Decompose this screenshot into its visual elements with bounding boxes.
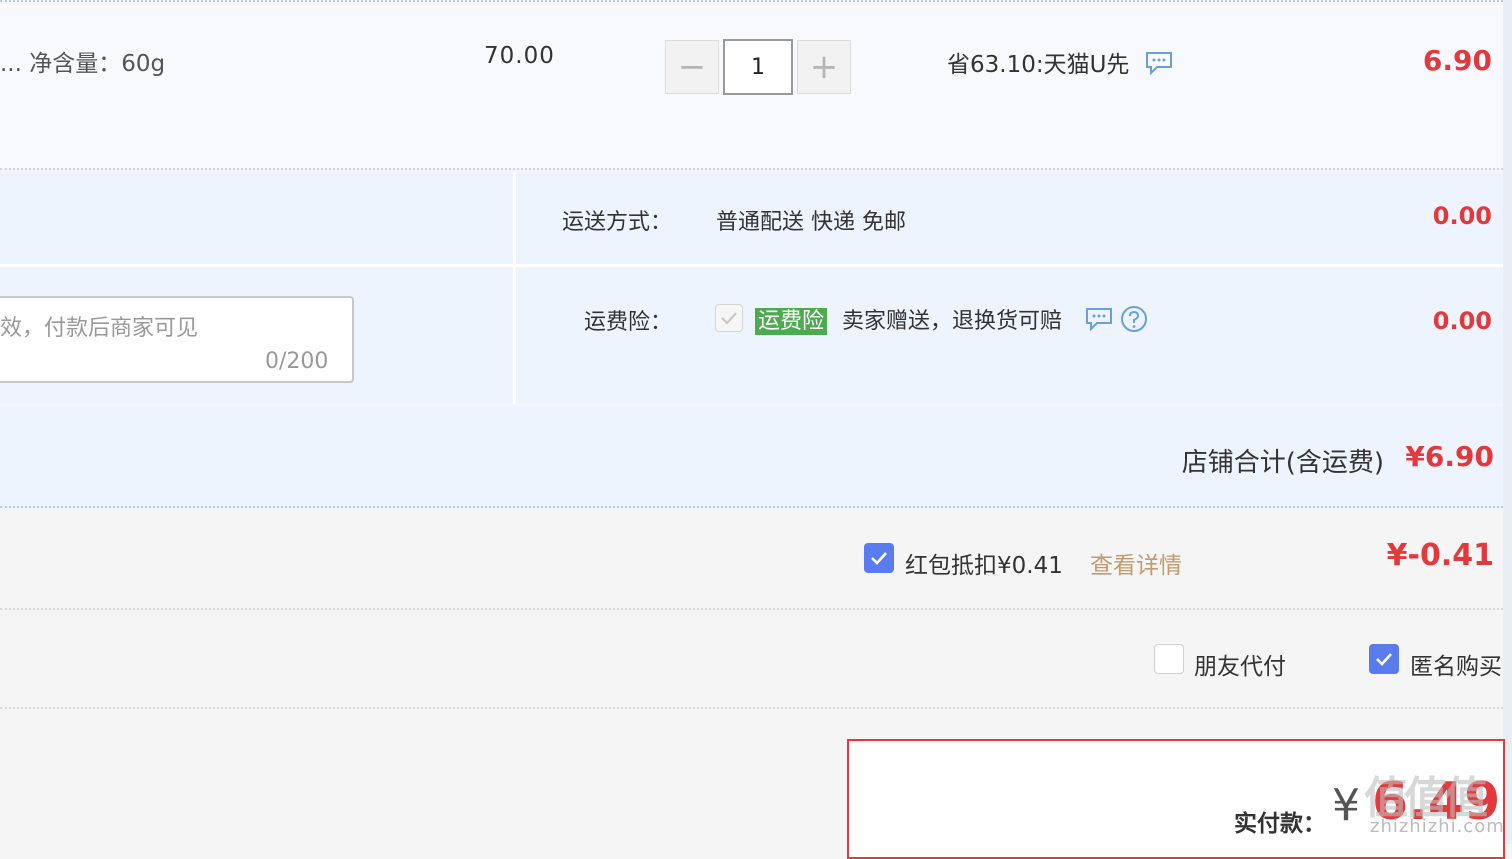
red-packet-amount: ¥-0.41 <box>1386 538 1494 573</box>
item-unit-price: 70.00 <box>484 43 555 69</box>
shipping-method-value[interactable]: 普通配送 快递 免邮 <box>716 204 906 236</box>
memo-placeholder: 效，付款后商家可见 <box>0 316 199 341</box>
message-icon[interactable] <box>1145 51 1173 81</box>
decrement-button[interactable]: − <box>665 40 719 94</box>
view-details-link[interactable]: 查看详情 <box>1090 546 1182 580</box>
red-packet-label: 红包抵扣¥0.41 <box>905 553 1063 579</box>
insurance-desc: 卖家赠送，退换货可赔 <box>842 309 1063 334</box>
red-packet-checkbox[interactable] <box>864 543 894 573</box>
anonymous-checkbox[interactable] <box>1369 644 1399 674</box>
row-divider <box>0 264 1503 267</box>
watermark-domain: zhizhizhi.com <box>1370 816 1505 837</box>
increment-button[interactable]: + <box>797 40 851 94</box>
insurance-label: 运费险： <box>583 310 672 335</box>
item-subtotal: 6.90 <box>1422 44 1492 77</box>
separator <box>0 707 1503 709</box>
shop-total-amount: ¥6.90 <box>1405 440 1494 473</box>
promo-text: 省63.10:天猫U先 <box>947 52 1130 78</box>
anonymous-label: 匿名购买 <box>1410 654 1502 680</box>
payment-currency: ¥ <box>1332 780 1360 831</box>
insurance-checkbox <box>715 304 743 332</box>
payment-label: 实付款： <box>1234 811 1326 837</box>
friend-pay-label: 朋友代付 <box>1194 654 1286 680</box>
memo-char-counter: 0/200 <box>265 349 329 374</box>
insurance-fee: 0.00 <box>1432 307 1492 335</box>
insurance-info: 运费险 卖家赠送，退换货可赔 <box>755 303 1148 339</box>
friend-pay-checkbox[interactable] <box>1154 644 1184 674</box>
shop-total-label: 店铺合计(含运费) <box>1181 448 1384 478</box>
help-icon[interactable] <box>1120 305 1148 339</box>
shipping-fee: 0.00 <box>1432 202 1492 230</box>
message-icon[interactable] <box>1085 307 1113 337</box>
item-weight: ... 净含量：60g <box>0 51 166 77</box>
right-edge-strip <box>1503 0 1512 844</box>
promo-info: 省63.10:天猫U先 <box>947 45 1173 81</box>
shipping-method-label: 运送方式： <box>561 210 672 235</box>
insurance-tag: 运费险 <box>755 308 828 335</box>
quantity-stepper: − 1 + <box>665 39 851 96</box>
separator <box>0 608 1503 610</box>
quantity-input[interactable]: 1 <box>723 39 793 95</box>
